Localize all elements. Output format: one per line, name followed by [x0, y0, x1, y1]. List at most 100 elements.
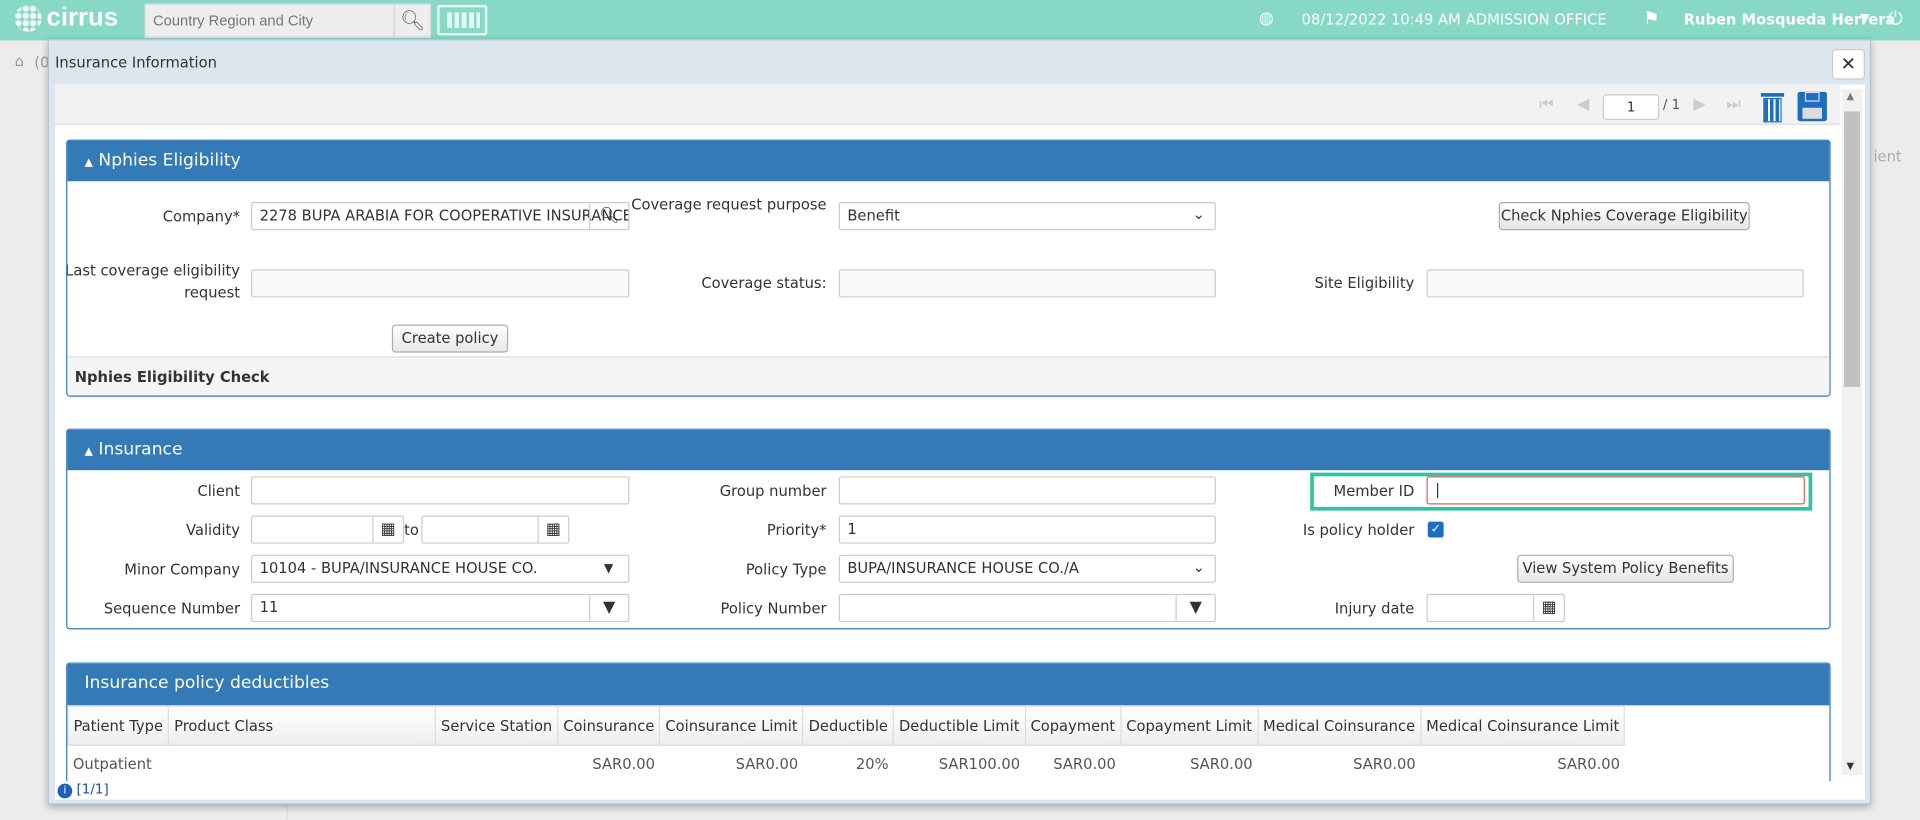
- caret-down-icon[interactable]: ▼: [1860, 12, 1869, 25]
- policy-type-select[interactable]: BUPA/INSURANCE HOUSE CO./A ⌄: [838, 554, 1216, 583]
- panel-title: Insurance policy deductibles: [84, 673, 330, 694]
- page-input[interactable]: 1: [1602, 94, 1660, 121]
- dialog-body: ⏮ ◀ 1 / 1 ▶ ⏭ ▲ ▼ ▲ Nphies Eligibility C…: [55, 84, 1865, 782]
- table-cell: [436, 745, 558, 781]
- column-header[interactable]: Patient Type: [67, 705, 170, 746]
- company-field[interactable]: 2278 BUPA ARABIA FOR COOPERATIVE INSURAN…: [251, 202, 630, 231]
- keyboard-icon[interactable]: [437, 4, 488, 36]
- top-bar: cirrus 🔍︎ ◍ 08/12/2022 10:49 AM ADMISSIO…: [0, 0, 1920, 41]
- home-icon[interactable]: ⌂: [15, 53, 24, 70]
- prev-page-icon[interactable]: ◀: [1577, 96, 1589, 114]
- sequence-number-field[interactable]: 11 ▼: [251, 593, 630, 623]
- coverage-status-field[interactable]: [838, 269, 1216, 298]
- minor-company-value: 10104 - BUPA/INSURANCE HOUSE CO.: [259, 559, 538, 577]
- table-cell: 20%: [855, 755, 889, 773]
- priority-label: Priority*: [766, 521, 827, 539]
- vertical-scrollbar[interactable]: ▲ ▼: [1841, 89, 1863, 776]
- close-button[interactable]: ✕: [1831, 48, 1865, 80]
- panel-header: Insurance policy deductibles: [67, 663, 1830, 706]
- dialog-title: Insurance Information: [55, 53, 217, 72]
- member-id-field[interactable]: |: [1426, 476, 1805, 505]
- scrollbar-thumb[interactable]: [1844, 111, 1861, 387]
- column-header[interactable]: Coinsurance Limit: [659, 705, 804, 746]
- insurance-panel: ▲ Insurance Client Group number Member I…: [66, 428, 1831, 630]
- policy-type-label: Policy Type: [745, 560, 827, 578]
- flag-icon[interactable]: ⚑: [1643, 7, 1659, 29]
- info-icon: i: [57, 783, 73, 799]
- last-request-field[interactable]: [251, 269, 630, 298]
- logo: cirrus: [14, 3, 119, 33]
- policy-holder-label: Is policy holder: [1302, 521, 1415, 539]
- nphies-eligibility-panel: ▲ Nphies Eligibility Company* 2278 BUPA …: [66, 139, 1831, 397]
- policy-holder-checkbox[interactable]: ✓: [1427, 521, 1444, 538]
- calendar-icon[interactable]: ▦: [1533, 595, 1564, 621]
- column-header[interactable]: Copayment Limit: [1120, 705, 1259, 746]
- search-icon: 🔍︎: [599, 206, 620, 226]
- sequence-number-label: Sequence Number: [103, 600, 241, 618]
- column-header[interactable]: Service Station: [434, 705, 559, 746]
- scroll-down-icon[interactable]: ▼: [1847, 760, 1855, 771]
- trash-icon[interactable]: [1760, 93, 1785, 123]
- power-icon[interactable]: ⏻: [1888, 7, 1903, 29]
- column-header[interactable]: Deductible Limit: [892, 705, 1026, 746]
- policy-type-value: BUPA/INSURANCE HOUSE CO./A: [847, 559, 1079, 577]
- column-header[interactable]: Copayment: [1024, 705, 1122, 746]
- client-label: Client: [197, 482, 241, 500]
- office-label[interactable]: ADMISSION OFFICE: [1466, 11, 1607, 28]
- coverage-purpose-select[interactable]: Benefit ⌄: [838, 202, 1216, 231]
- policy-number-label: Policy Number: [720, 600, 827, 618]
- collapse-icon: ▲: [84, 445, 93, 458]
- table-cell: SAR0.00: [1190, 755, 1253, 773]
- column-header[interactable]: Medical Coinsurance: [1256, 705, 1422, 746]
- logo-text: cirrus: [46, 3, 119, 32]
- group-number-field[interactable]: [838, 476, 1216, 505]
- save-icon[interactable]: [1797, 91, 1827, 122]
- deductibles-table: Patient Type Product Class Service Station…: [67, 705, 1626, 781]
- table-cell: SAR0.00: [1353, 755, 1416, 773]
- site-eligibility-label: Site Eligibility: [1314, 274, 1415, 292]
- logo-icon: [14, 4, 42, 32]
- table-cell: SAR0.00: [735, 755, 799, 773]
- client-field[interactable]: [251, 476, 630, 505]
- panel-title: Nphies Eligibility: [98, 150, 241, 171]
- sequence-number-value: 11: [259, 598, 279, 616]
- column-header[interactable]: Coinsurance: [557, 705, 661, 746]
- globe-icon[interactable]: ◍: [1259, 9, 1274, 29]
- panel-header[interactable]: ▲ Insurance: [67, 429, 1830, 471]
- validity-label: Validity: [186, 521, 241, 539]
- column-header[interactable]: Medical Coinsurance Limit: [1420, 705, 1626, 746]
- view-policy-benefits-button[interactable]: View System Policy Benefits: [1517, 554, 1734, 583]
- panel-header[interactable]: ▲ Nphies Eligibility: [67, 140, 1830, 182]
- check-eligibility-button[interactable]: Check Nphies Coverage Eligibility: [1498, 202, 1750, 231]
- company-value: 2278 BUPA ARABIA FOR COOPERATIVE INSURAN…: [259, 206, 630, 225]
- validity-from-field[interactable]: ▦: [251, 515, 405, 544]
- table-cell: [169, 745, 436, 781]
- column-header[interactable]: Deductible: [802, 705, 895, 746]
- validity-to-field[interactable]: ▦: [421, 515, 570, 544]
- table-cell: SAR0.00: [1053, 755, 1116, 773]
- first-page-icon[interactable]: ⏮: [1539, 96, 1553, 114]
- nphies-eligibility-check-section[interactable]: Nphies Eligibility Check: [67, 356, 1830, 396]
- coverage-purpose-value: Benefit: [847, 206, 900, 225]
- table-cell: SAR100.00: [938, 755, 1021, 773]
- chevron-down-icon: ⌄: [1192, 558, 1205, 576]
- minor-company-label: Minor Company: [124, 560, 241, 578]
- chevron-down-icon: ⌄: [1192, 205, 1205, 223]
- policy-number-field[interactable]: ▼: [838, 593, 1216, 623]
- create-policy-button[interactable]: Create policy: [391, 324, 509, 353]
- next-page-icon[interactable]: ▶: [1693, 96, 1705, 114]
- last-page-icon[interactable]: ⏭: [1727, 96, 1741, 114]
- coverage-status-label: Coverage status:: [701, 274, 827, 292]
- scroll-up-icon[interactable]: ▲: [1847, 91, 1855, 102]
- column-header[interactable]: Product Class: [167, 705, 437, 746]
- site-eligibility-field[interactable]: [1426, 269, 1804, 298]
- calendar-icon[interactable]: ▦: [537, 516, 569, 543]
- injury-date-field[interactable]: ▦: [1426, 593, 1565, 623]
- search-button[interactable]: 🔍︎: [394, 3, 432, 38]
- minor-company-select[interactable]: 10104 - BUPA/INSURANCE HOUSE CO. ▼: [251, 554, 630, 583]
- table-row[interactable]: Outpatient SAR0.00 SAR0.00 20% SAR100.00 SAR0…: [68, 745, 1625, 781]
- calendar-icon[interactable]: ▦: [372, 516, 403, 543]
- priority-field[interactable]: 1: [838, 515, 1216, 544]
- footer-pager[interactable]: [1/1]: [77, 781, 109, 797]
- location-search-input[interactable]: [144, 3, 395, 38]
